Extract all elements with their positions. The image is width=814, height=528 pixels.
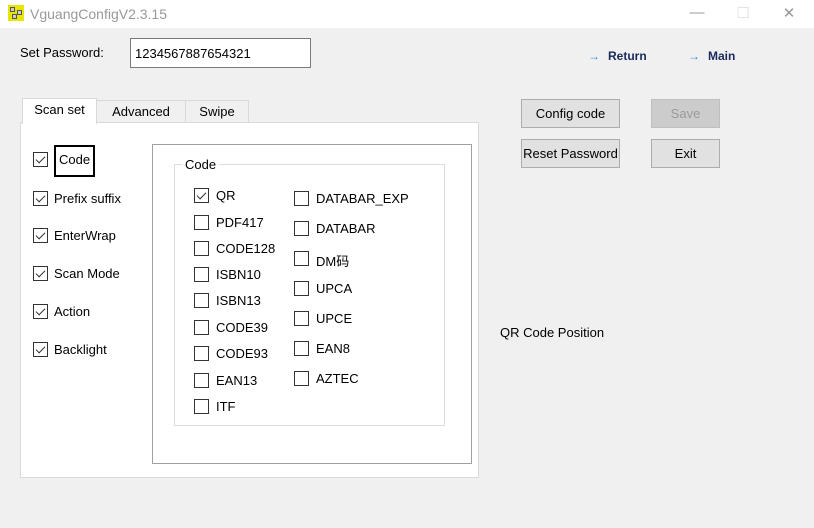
scan-option-checkbox[interactable]	[33, 304, 48, 319]
scan-option-checkbox[interactable]	[33, 152, 48, 167]
qr-code-position-label: QR Code Position	[500, 325, 605, 340]
scan-option-label[interactable]: Backlight	[54, 342, 107, 357]
code-type-checkbox[interactable]	[194, 346, 209, 361]
tab-advanced[interactable]: Advanced	[96, 100, 186, 123]
code-type-label[interactable]: ISBN13	[216, 293, 261, 308]
arrow-right-icon: →	[688, 49, 700, 63]
reset-password-button[interactable]: Reset Password	[521, 139, 620, 168]
code-type-label[interactable]: UPCE	[316, 311, 352, 326]
code-type-label[interactable]: UPCA	[316, 281, 352, 296]
main-link[interactable]: → Main	[688, 49, 735, 63]
password-label: Set Password:	[20, 45, 104, 60]
code-type-label[interactable]: EAN8	[316, 341, 350, 356]
exit-button[interactable]: Exit	[651, 139, 720, 168]
title-bar: VguangConfigV2.3.15 — ☐ ✕	[0, 0, 814, 28]
return-label: Return	[608, 49, 647, 63]
config-code-button[interactable]: Config code	[521, 99, 620, 128]
code-type-label[interactable]: ISBN10	[216, 267, 261, 282]
code-type-label[interactable]: ITF	[216, 399, 236, 414]
scan-option-label[interactable]: Prefix suffix	[54, 191, 121, 206]
code-type-checkbox[interactable]	[194, 267, 209, 282]
app-icon	[8, 5, 24, 21]
code-group-title: Code	[182, 157, 220, 172]
scan-option-checkbox[interactable]	[33, 191, 48, 206]
close-button[interactable]: ✕	[774, 4, 804, 24]
code-type-label[interactable]: DM码	[316, 251, 349, 270]
code-type-checkbox[interactable]	[294, 311, 309, 326]
code-type-checkbox[interactable]	[294, 371, 309, 386]
scan-option-label[interactable]: Code	[59, 152, 90, 167]
scan-option-checkbox[interactable]	[33, 342, 48, 357]
code-type-checkbox[interactable]	[194, 241, 209, 256]
code-type-label[interactable]: QR	[216, 188, 236, 203]
arrow-right-icon: →	[588, 49, 600, 63]
code-type-label[interactable]: AZTEC	[316, 371, 359, 386]
code-type-checkbox[interactable]	[194, 215, 209, 230]
password-input[interactable]	[130, 38, 311, 68]
code-type-checkbox[interactable]	[294, 341, 309, 356]
main-label: Main	[708, 49, 736, 63]
return-link[interactable]: → Return	[588, 49, 647, 63]
code-type-label[interactable]: PDF417	[216, 215, 264, 230]
code-type-label[interactable]: EAN13	[216, 373, 257, 388]
code-type-checkbox[interactable]	[294, 191, 309, 206]
code-type-checkbox[interactable]	[194, 399, 209, 414]
code-type-label[interactable]: CODE128	[216, 241, 275, 256]
scan-option-label[interactable]: EnterWrap	[54, 228, 116, 243]
tab-scan-set[interactable]: Scan set	[22, 98, 97, 124]
code-type-checkbox[interactable]	[194, 293, 209, 308]
code-type-checkbox[interactable]	[294, 221, 309, 236]
code-type-label[interactable]: DATABAR	[316, 221, 375, 236]
code-type-checkbox[interactable]	[194, 373, 209, 388]
scan-option-label[interactable]: Action	[54, 304, 90, 319]
code-type-label[interactable]: DATABAR_EXP	[316, 191, 409, 206]
code-type-label[interactable]: CODE93	[216, 346, 268, 361]
scan-option-checkbox[interactable]	[33, 266, 48, 281]
code-type-checkbox[interactable]	[294, 281, 309, 296]
code-type-checkbox[interactable]	[194, 320, 209, 335]
code-type-checkbox[interactable]	[294, 251, 309, 266]
tab-swipe[interactable]: Swipe	[185, 100, 249, 123]
code-type-label[interactable]: CODE39	[216, 320, 268, 335]
minimize-button[interactable]: —	[682, 4, 712, 24]
scan-option-checkbox[interactable]	[33, 228, 48, 243]
save-button[interactable]: Save	[651, 99, 720, 128]
scan-option-label[interactable]: Scan Mode	[54, 266, 120, 281]
window-title: VguangConfigV2.3.15	[30, 6, 167, 22]
code-type-checkbox[interactable]	[194, 188, 209, 203]
maximize-button[interactable]: ☐	[728, 4, 758, 24]
